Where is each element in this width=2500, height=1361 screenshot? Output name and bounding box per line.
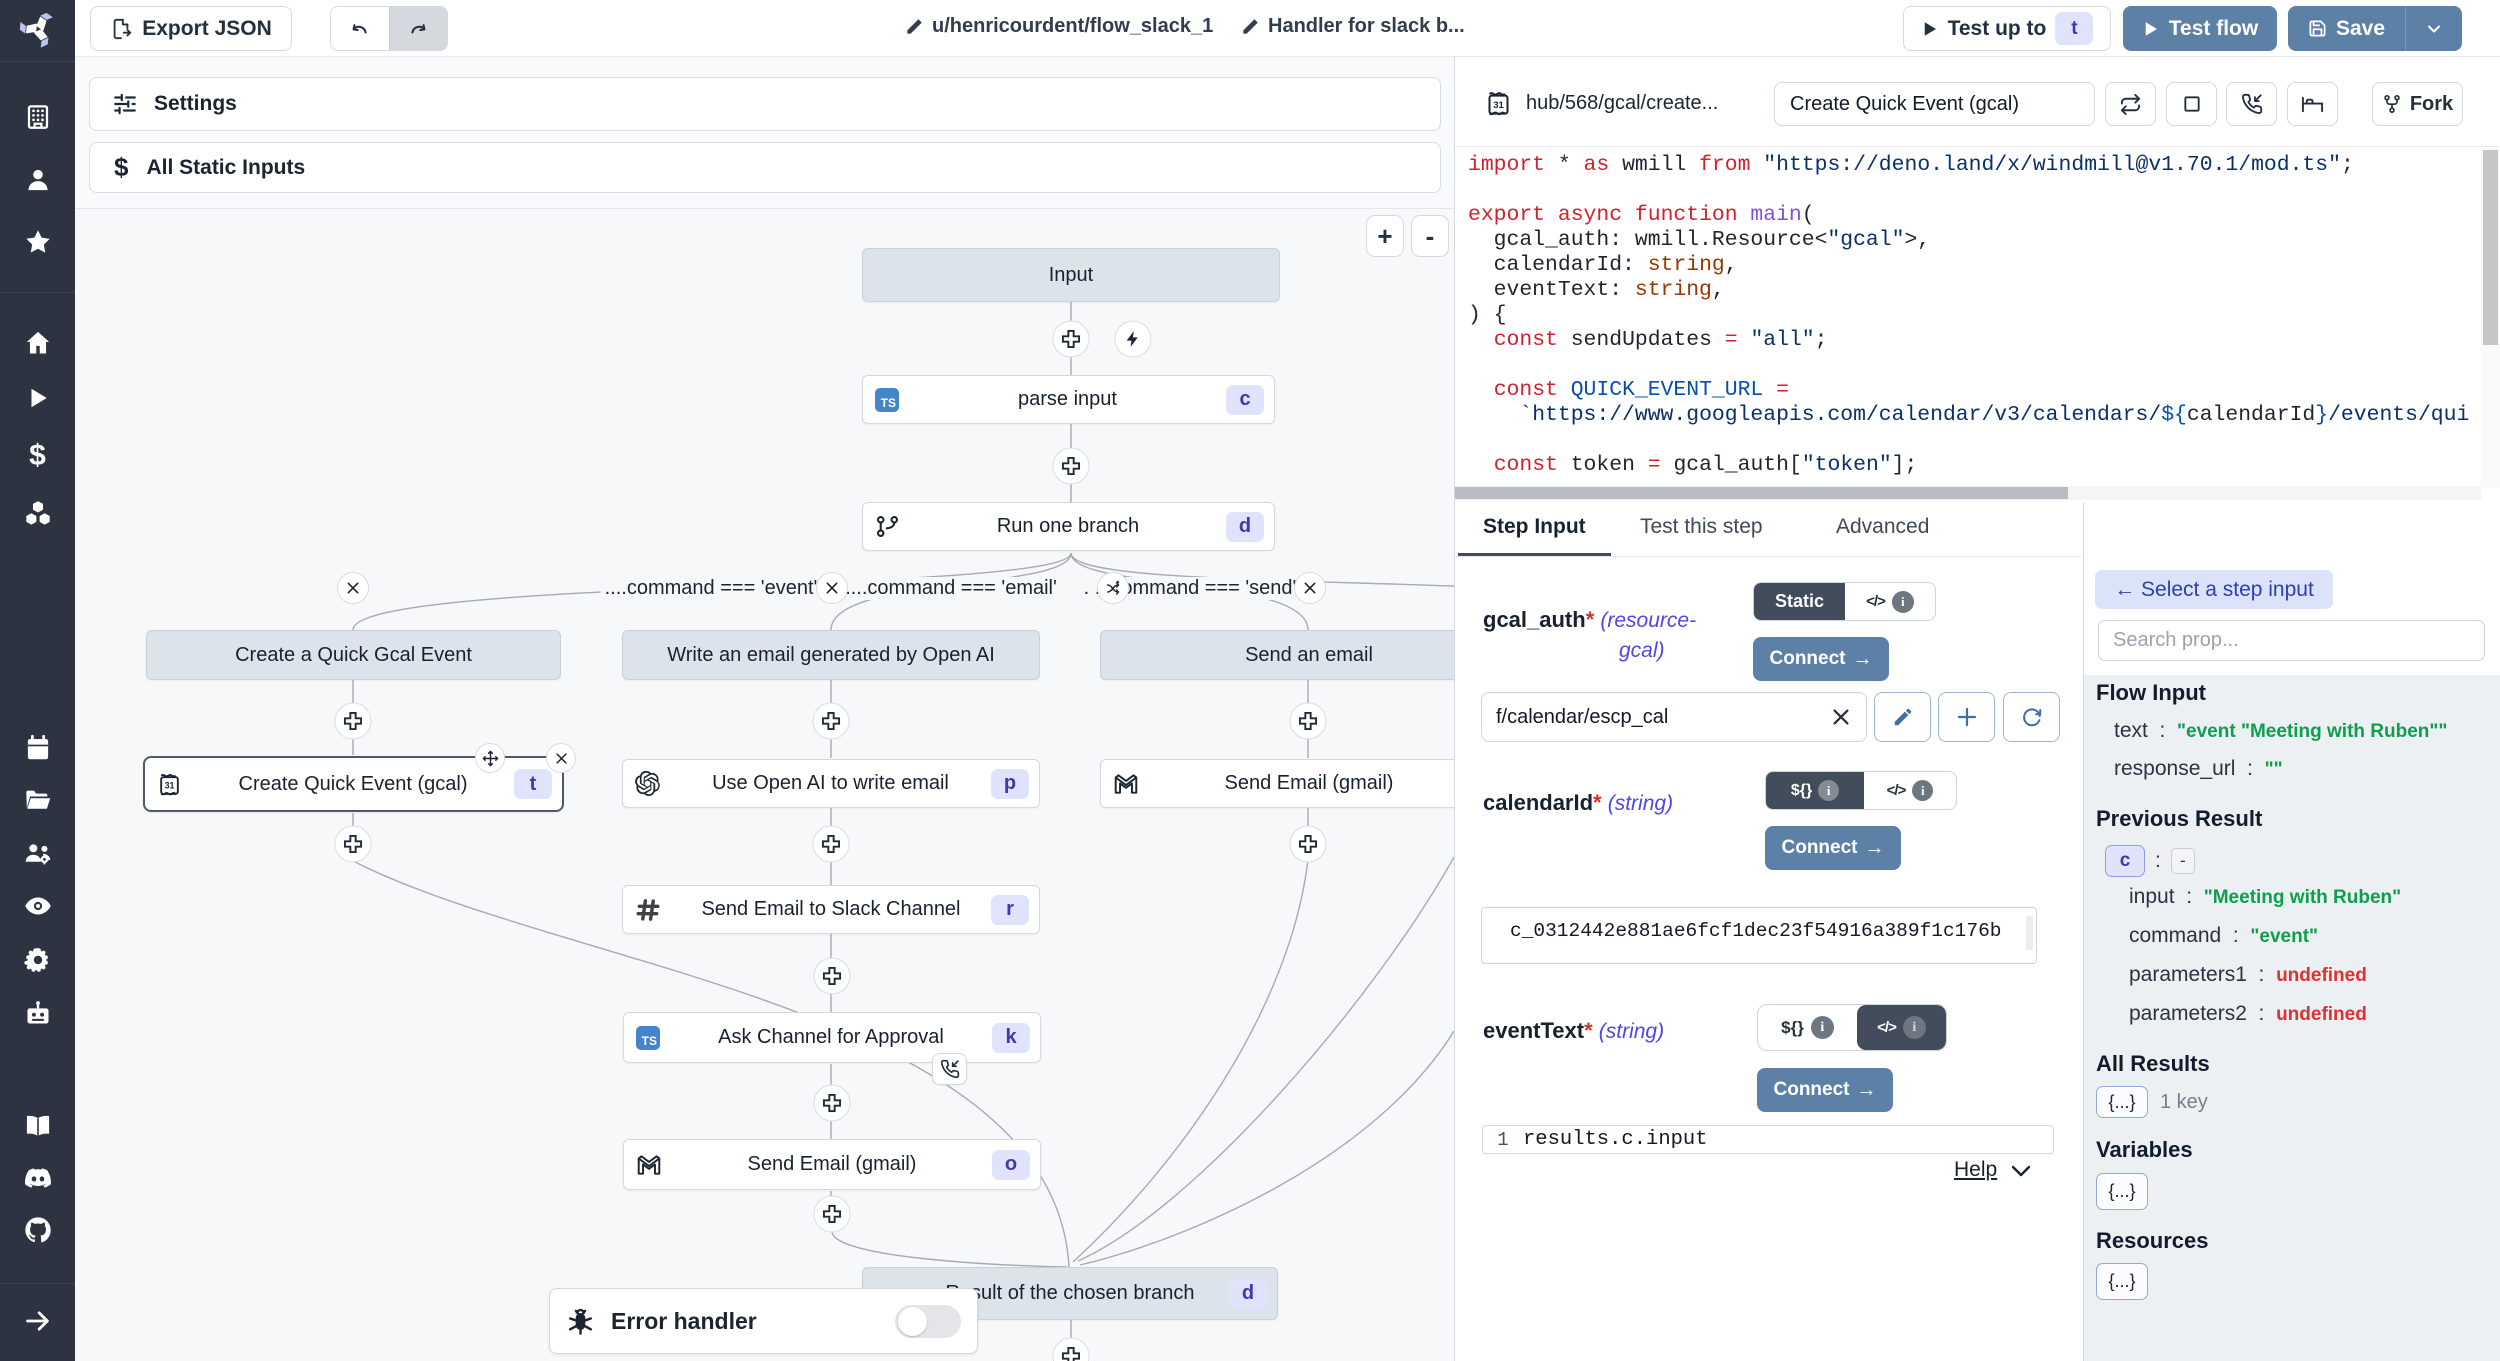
svg-text:31: 31 <box>165 780 175 790</box>
svg-text:31: 31 <box>1493 100 1504 111</box>
